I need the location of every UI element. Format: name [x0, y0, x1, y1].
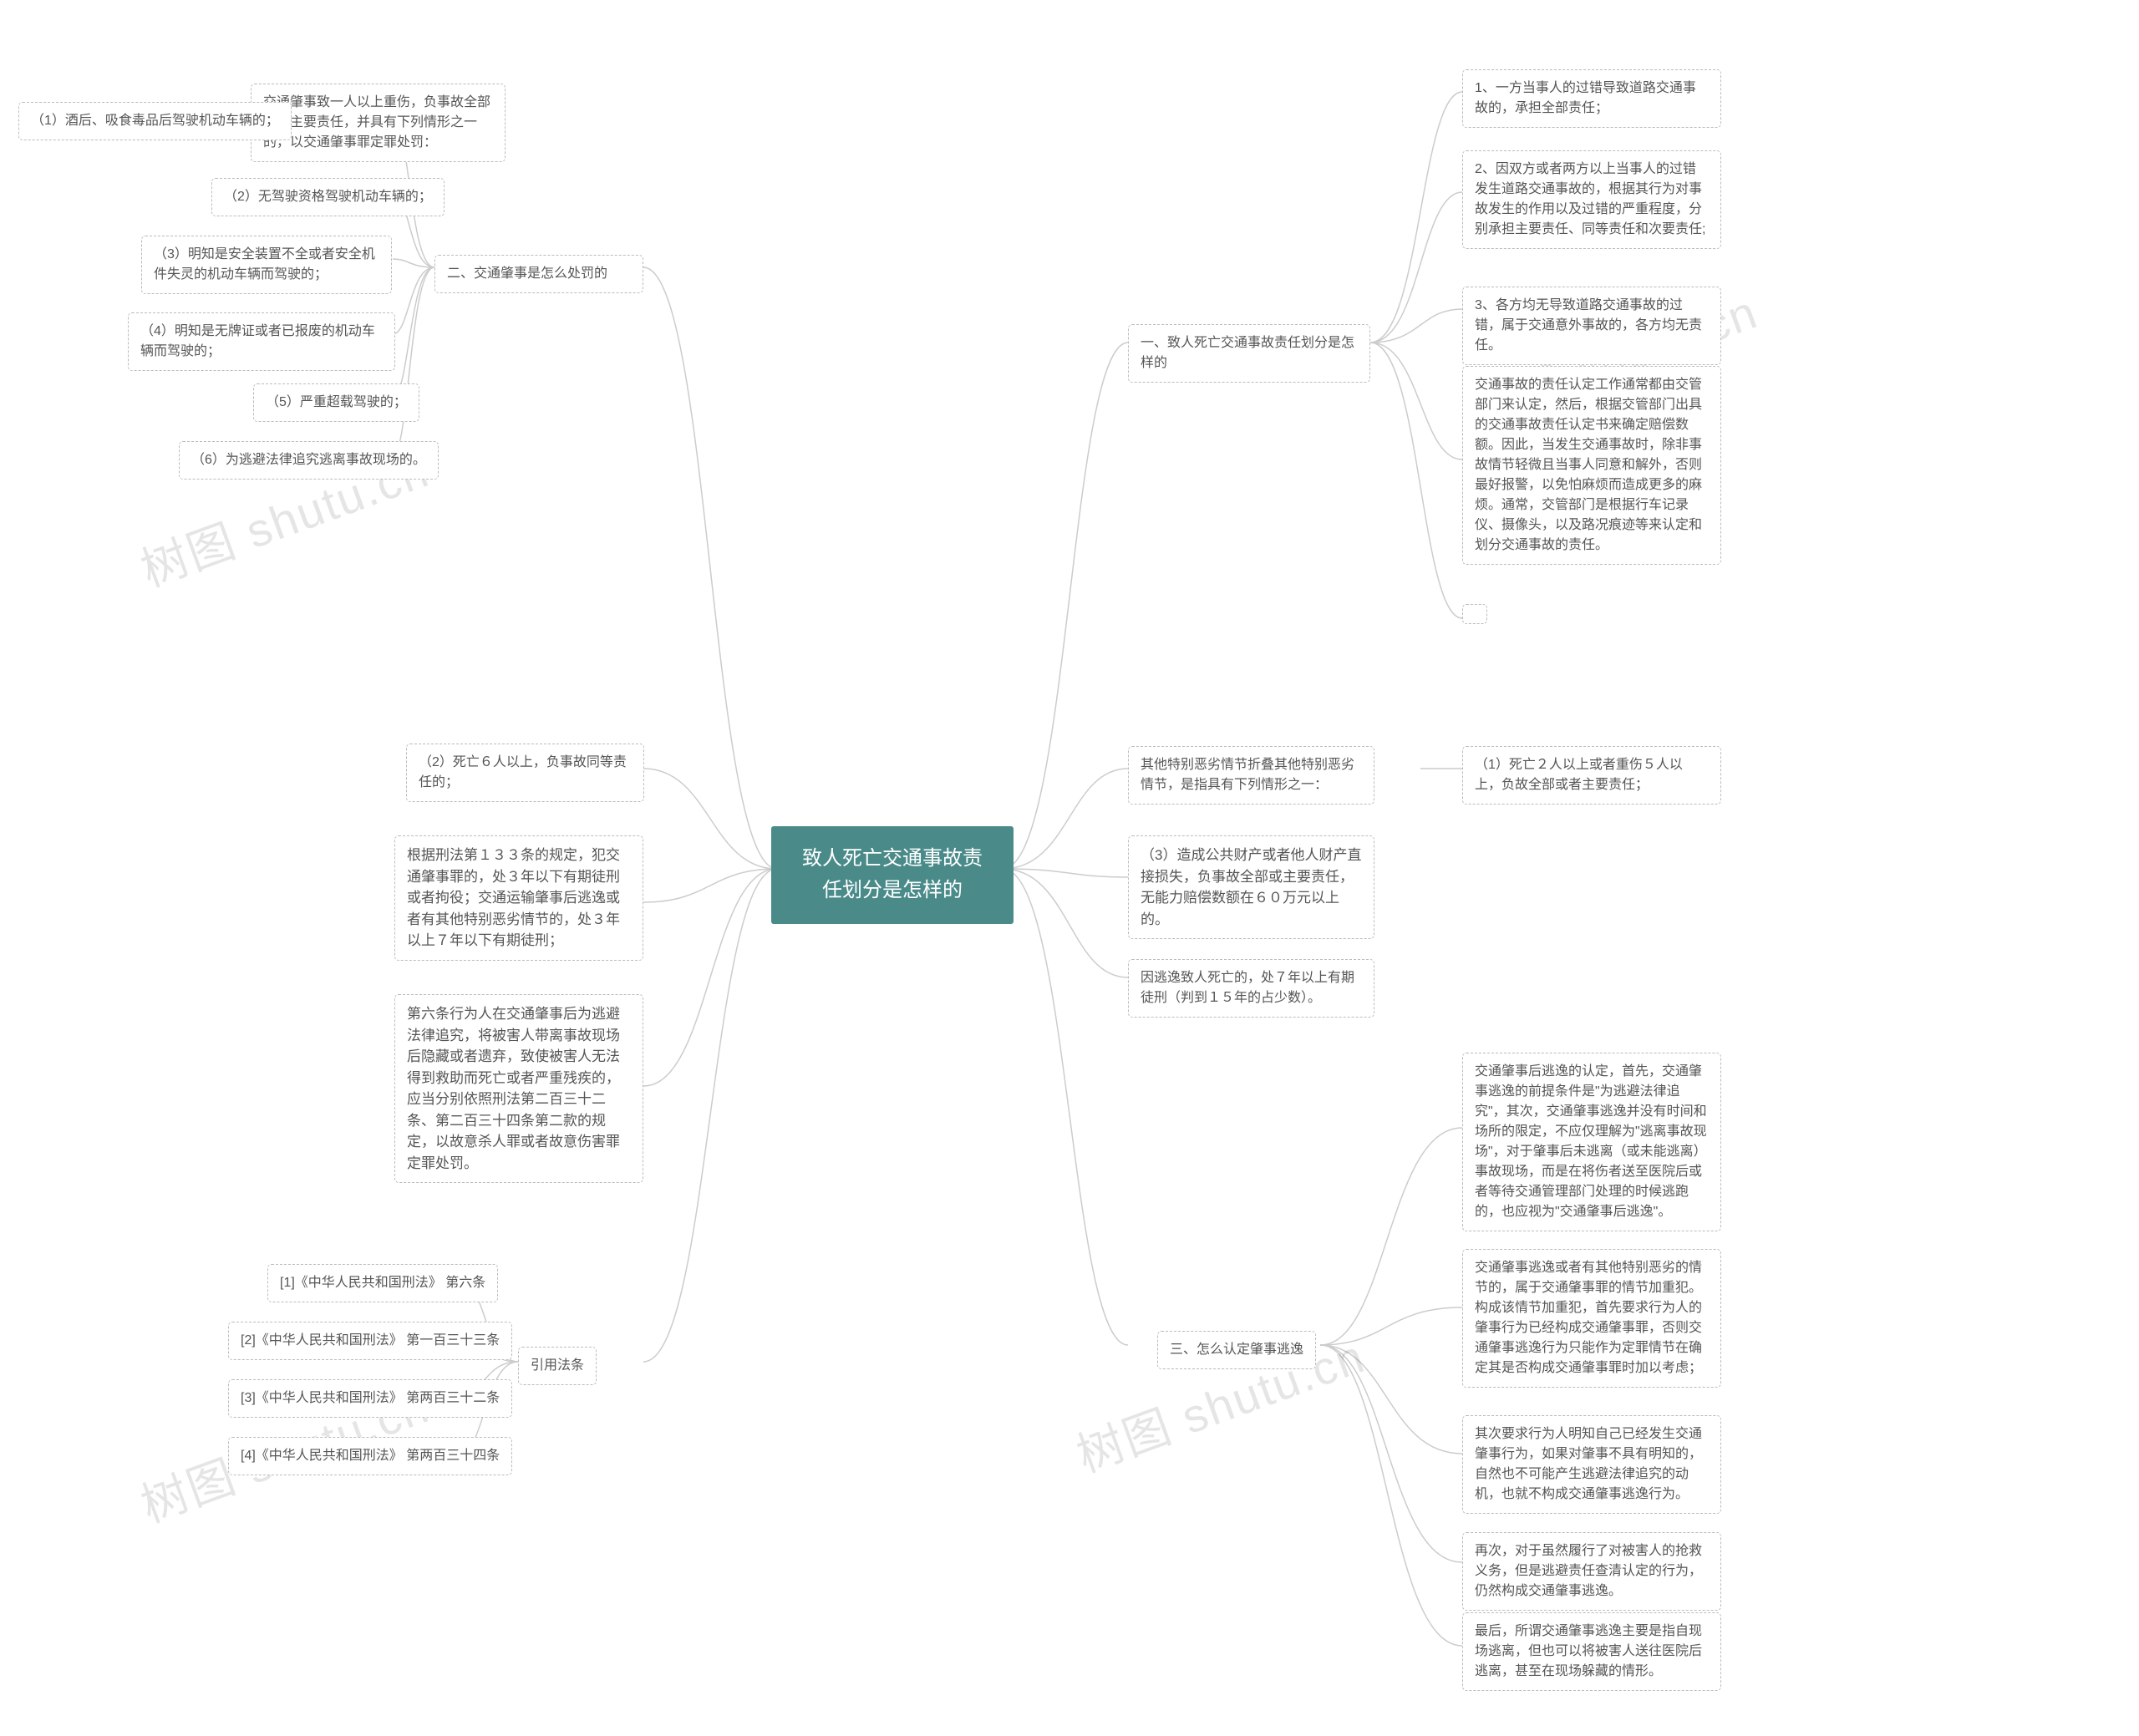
section2-item-3[interactable]: （3）明知是安全装置不全或者安全机件失灵的机动车辆而驾驶的；	[141, 236, 392, 294]
escape-death-block[interactable]: 因逃逸致人死亡的，处７年以上有期徒刑（判到１５年的占少数）。	[1128, 959, 1374, 1018]
ref-2[interactable]: [2]《中华人民共和国刑法》 第一百三十三条	[228, 1322, 512, 1360]
root-node[interactable]: 致人死亡交通事故责任划分是怎样的	[771, 826, 1014, 924]
section2-item-2[interactable]: （2）无驾驶资格驾驶机动车辆的；	[211, 178, 445, 216]
section1-title[interactable]: 一、致人死亡交通事故责任划分是怎样的	[1128, 324, 1370, 383]
article-133-block[interactable]: 根据刑法第１３３条的规定，犯交通肇事罪的，处３年以下有期徒刑或者拘役；交通运输肇…	[394, 835, 643, 961]
ref-4[interactable]: [4]《中华人民共和国刑法》 第两百三十四条	[228, 1437, 512, 1475]
death6-block[interactable]: （2）死亡６人以上，负事故同等责任的；	[406, 744, 644, 802]
section2-title[interactable]: 二、交通肇事是怎么处罚的	[434, 255, 643, 293]
section1-item-1[interactable]: 1、一方当事人的过错导致道路交通事故的，承担全部责任；	[1462, 69, 1721, 128]
ref-3[interactable]: [3]《中华人民共和国刑法》 第两百三十二条	[228, 1379, 512, 1418]
severe-sub[interactable]: （1）死亡２人以上或者重伤５人以上，负故全部或者主要责任；	[1462, 746, 1721, 805]
section3-item-5[interactable]: 最后，所谓交通肇事逃逸主要是指自现场逃离，但也可以将被害人送往医院后逃离，甚至在…	[1462, 1612, 1721, 1691]
section1-item-4[interactable]: 交通事故的责任认定工作通常都由交管部门来认定，然后，根据交管部门出具的交通事故责…	[1462, 366, 1721, 565]
section1-item-3[interactable]: 3、各方均无导致道路交通事故的过错，属于交通意外事故的，各方均无责任。	[1462, 287, 1721, 365]
severe-block[interactable]: 其他特别恶劣情节折叠其他特别恶劣情节，是指具有下列情形之一：	[1128, 746, 1374, 805]
section3-item-2[interactable]: 交通肇事逃逸或者有其他特别恶劣的情节的，属于交通肇事罪的情节加重犯。构成该情节加…	[1462, 1249, 1721, 1388]
section2-item-1[interactable]: （1）酒后、吸食毒品后驾驶机动车辆的；	[18, 102, 292, 140]
references-title[interactable]: 引用法条	[518, 1347, 597, 1385]
section1-spacer	[1462, 604, 1487, 624]
section3-item-1[interactable]: 交通肇事后逃逸的认定，首先，交通肇事逃逸的前提条件是"为逃避法律追究"，其次，交…	[1462, 1053, 1721, 1231]
property-block[interactable]: （3）造成公共财产或者他人财产直接损失，负事故全部或主要责任，无能力赔偿数额在６…	[1128, 835, 1374, 939]
section2-item-4[interactable]: （4）明知是无牌证或者已报废的机动车辆而驾驶的；	[128, 312, 395, 371]
section2-item-6[interactable]: （6）为逃避法律追究逃离事故现场的。	[179, 441, 439, 480]
article-6-block[interactable]: 第六条行为人在交通肇事后为逃避法律追究，将被害人带离事故现场后隐藏或者遗弃，致使…	[394, 994, 643, 1183]
section2-item-5[interactable]: （5）严重超载驾驶的；	[253, 383, 419, 422]
ref-1[interactable]: [1]《中华人民共和国刑法》 第六条	[267, 1264, 498, 1302]
section3-item-3[interactable]: 其次要求行为人明知自己已经发生交通肇事行为，如果对肇事不具有明知的，自然也不可能…	[1462, 1415, 1721, 1514]
section3-item-4[interactable]: 再次，对于虽然履行了对被害人的抢救义务，但是逃避责任查清认定的行为，仍然构成交通…	[1462, 1532, 1721, 1611]
section1-item-2[interactable]: 2、因双方或者两方以上当事人的过错发生道路交通事故的，根据其行为对事故发生的作用…	[1462, 150, 1721, 249]
section3-title[interactable]: 三、怎么认定肇事逃逸	[1157, 1331, 1316, 1369]
